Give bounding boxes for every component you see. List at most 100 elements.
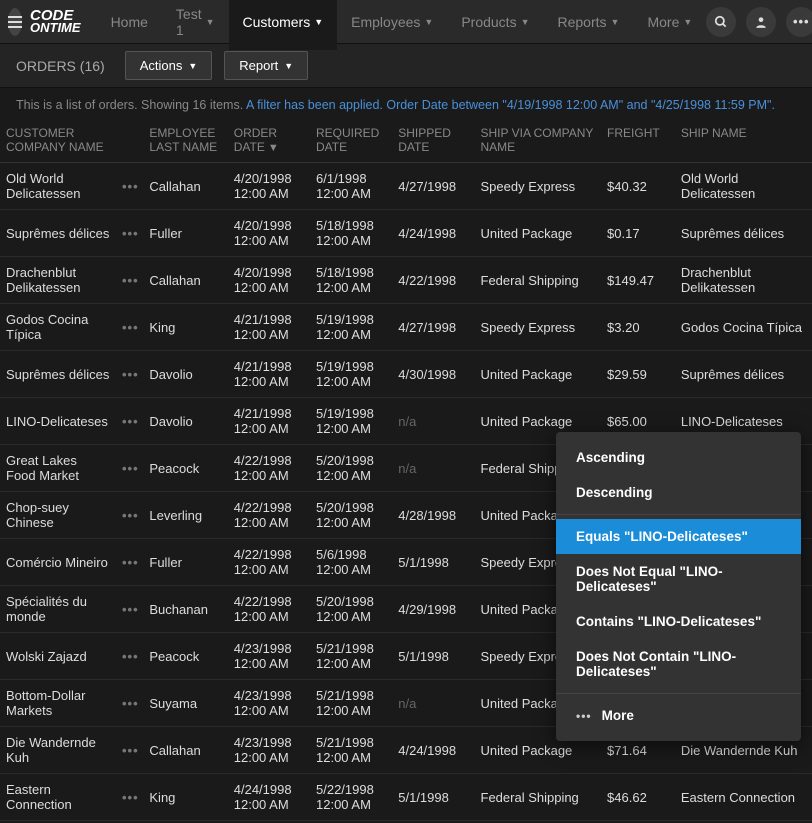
col-shipvia[interactable]: SHIP VIA COMPANY NAME bbox=[475, 118, 602, 163]
cell-order: 4/22/1998 12:00 AM bbox=[228, 492, 310, 539]
cell-menu[interactable]: ••• bbox=[116, 727, 143, 774]
ctx-contains[interactable]: Contains "LINO-Delicateses" bbox=[556, 604, 801, 639]
cell-order: 4/20/1998 12:00 AM bbox=[228, 210, 310, 257]
cell-menu[interactable]: ••• bbox=[116, 680, 143, 727]
col-employee[interactable]: EMPLOYEE LAST NAME bbox=[143, 118, 227, 163]
nav-reports[interactable]: Reports▼ bbox=[544, 0, 634, 50]
table-row[interactable]: Drachenblut Delikatessen•••Callahan4/20/… bbox=[0, 257, 812, 304]
cell-required: 5/19/1998 12:00 AM bbox=[310, 398, 392, 445]
ctx-not-equals[interactable]: Does Not Equal "LINO-Delicateses" bbox=[556, 554, 801, 604]
cell-menu[interactable]: ••• bbox=[116, 163, 143, 210]
table-row[interactable]: Old World Delicatessen •••Callahan4/20/19… bbox=[0, 163, 812, 210]
cell-menu[interactable]: ••• bbox=[116, 633, 143, 680]
cell-menu[interactable]: ••• bbox=[116, 304, 143, 351]
caret-down-icon: ▼ bbox=[521, 17, 530, 27]
cell-emp: Leverling bbox=[143, 492, 227, 539]
more-button[interactable]: ••• bbox=[786, 7, 812, 37]
col-customer[interactable]: CUSTOMER COMPANY NAME bbox=[0, 118, 116, 163]
cell-shipped: 5/1/1998 bbox=[392, 633, 474, 680]
cell-menu[interactable]: ••• bbox=[116, 774, 143, 821]
cell-required: 6/1/1998 12:00 AM bbox=[310, 163, 392, 210]
nav-customers[interactable]: Customers▼ bbox=[229, 0, 338, 50]
breadcrumb[interactable]: ORDERS (16) bbox=[16, 58, 105, 74]
cell-company: Wolski Zajazd bbox=[0, 633, 116, 680]
report-button[interactable]: Report▼ bbox=[224, 51, 308, 80]
col-menu bbox=[116, 118, 143, 163]
cell-shipvia: United Package bbox=[475, 210, 602, 257]
cell-company: Godos Cocina Típica bbox=[0, 304, 116, 351]
dots-icon: ••• bbox=[793, 14, 810, 29]
cell-menu[interactable]: ••• bbox=[116, 210, 143, 257]
ctx-not-contains[interactable]: Does Not Contain "LINO-Delicateses" bbox=[556, 639, 801, 689]
cell-menu[interactable]: ••• bbox=[116, 351, 143, 398]
cell-shipped: 4/22/1998 bbox=[392, 257, 474, 304]
ctx-equals[interactable]: Equals "LINO-Delicateses" bbox=[556, 519, 801, 554]
menu-button[interactable] bbox=[8, 8, 22, 36]
ctx-separator bbox=[556, 693, 801, 694]
table-row[interactable]: Eastern Connection•••King4/24/1998 12:00… bbox=[0, 774, 812, 821]
cell-shipname: Eastern Connection bbox=[675, 774, 812, 821]
cell-company: Bottom-Dollar Markets bbox=[0, 680, 116, 727]
cell-order: 4/21/1998 12:00 AM bbox=[228, 304, 310, 351]
nav-test-1[interactable]: Test 1▼ bbox=[162, 0, 229, 50]
ctx-descending[interactable]: Descending bbox=[556, 475, 801, 510]
cell-shipped: 4/30/1998 bbox=[392, 351, 474, 398]
nav-home[interactable]: Home bbox=[97, 0, 162, 50]
dots-icon: ••• bbox=[576, 709, 592, 723]
col-shipname[interactable]: SHIP NAME bbox=[675, 118, 812, 163]
cell-emp: Callahan bbox=[143, 257, 227, 304]
cell-freight: $29.59 bbox=[601, 351, 675, 398]
caret-down-icon: ▼ bbox=[611, 17, 620, 27]
cell-company: Suprêmes délices bbox=[0, 210, 116, 257]
cell-company: Eastern Connection bbox=[0, 774, 116, 821]
cell-freight: $0.17 bbox=[601, 210, 675, 257]
cell-shipped: 4/29/1998 bbox=[392, 586, 474, 633]
cell-order: 4/22/1998 12:00 AM bbox=[228, 539, 310, 586]
cell-emp: Callahan bbox=[143, 163, 227, 210]
cell-shipname: Old World Delicatessen bbox=[675, 163, 812, 210]
col-freight[interactable]: FREIGHT bbox=[601, 118, 675, 163]
nav-employees[interactable]: Employees▼ bbox=[337, 0, 447, 50]
cell-company: Drachenblut Delikatessen bbox=[0, 257, 116, 304]
cell-company: Great Lakes Food Market bbox=[0, 445, 116, 492]
subbar: ORDERS (16) Actions▼ Report▼ bbox=[0, 44, 812, 88]
col-orderdate[interactable]: ORDER DATE▼ bbox=[228, 118, 310, 163]
hamburger-icon bbox=[8, 16, 22, 28]
cell-menu[interactable]: ••• bbox=[116, 445, 143, 492]
cell-shipname: Suprêmes délices bbox=[675, 351, 812, 398]
cell-menu[interactable]: ••• bbox=[116, 257, 143, 304]
col-required[interactable]: REQUIRED DATE bbox=[310, 118, 392, 163]
cell-shipped: n/a bbox=[392, 445, 474, 492]
table-row[interactable]: Suprêmes délices•••Fuller4/20/1998 12:00… bbox=[0, 210, 812, 257]
cell-required: 5/18/1998 12:00 AM bbox=[310, 210, 392, 257]
cell-company: Spécialités du monde bbox=[0, 586, 116, 633]
nav-products[interactable]: Products▼ bbox=[447, 0, 543, 50]
cell-freight: $46.62 bbox=[601, 774, 675, 821]
cell-menu[interactable]: ••• bbox=[116, 586, 143, 633]
cell-company: Die Wandernde Kuh bbox=[0, 727, 116, 774]
caret-down-icon: ▼ bbox=[314, 17, 323, 27]
search-button[interactable] bbox=[706, 7, 736, 37]
user-button[interactable] bbox=[746, 7, 776, 37]
cell-menu[interactable]: ••• bbox=[116, 398, 143, 445]
col-shipped[interactable]: SHIPPED DATE bbox=[392, 118, 474, 163]
cell-emp: Fuller bbox=[143, 539, 227, 586]
context-menu: Ascending Descending Equals "LINO-Delica… bbox=[556, 432, 801, 741]
nav-more[interactable]: More▼ bbox=[633, 0, 706, 50]
cell-order: 4/21/1998 12:00 AM bbox=[228, 398, 310, 445]
cell-emp: Peacock bbox=[143, 633, 227, 680]
table-row[interactable]: Suprêmes délices•••Davolio4/21/1998 12:0… bbox=[0, 351, 812, 398]
cell-menu[interactable]: ••• bbox=[116, 492, 143, 539]
cell-company: LINO-Delicateses bbox=[0, 398, 116, 445]
ctx-ascending[interactable]: Ascending bbox=[556, 440, 801, 475]
cell-emp: King bbox=[143, 774, 227, 821]
ctx-more[interactable]: •••More bbox=[556, 698, 801, 733]
cell-shipped: 4/28/1998 bbox=[392, 492, 474, 539]
actions-button[interactable]: Actions▼ bbox=[125, 51, 213, 80]
cell-order: 4/20/1998 12:00 AM bbox=[228, 163, 310, 210]
filter-link[interactable]: A filter has been applied. Order Date be… bbox=[246, 98, 775, 112]
cell-required: 5/20/1998 12:00 AM bbox=[310, 445, 392, 492]
table-row[interactable]: Godos Cocina Típica•••King4/21/1998 12:0… bbox=[0, 304, 812, 351]
cell-emp: Davolio bbox=[143, 398, 227, 445]
cell-menu[interactable]: ••• bbox=[116, 539, 143, 586]
